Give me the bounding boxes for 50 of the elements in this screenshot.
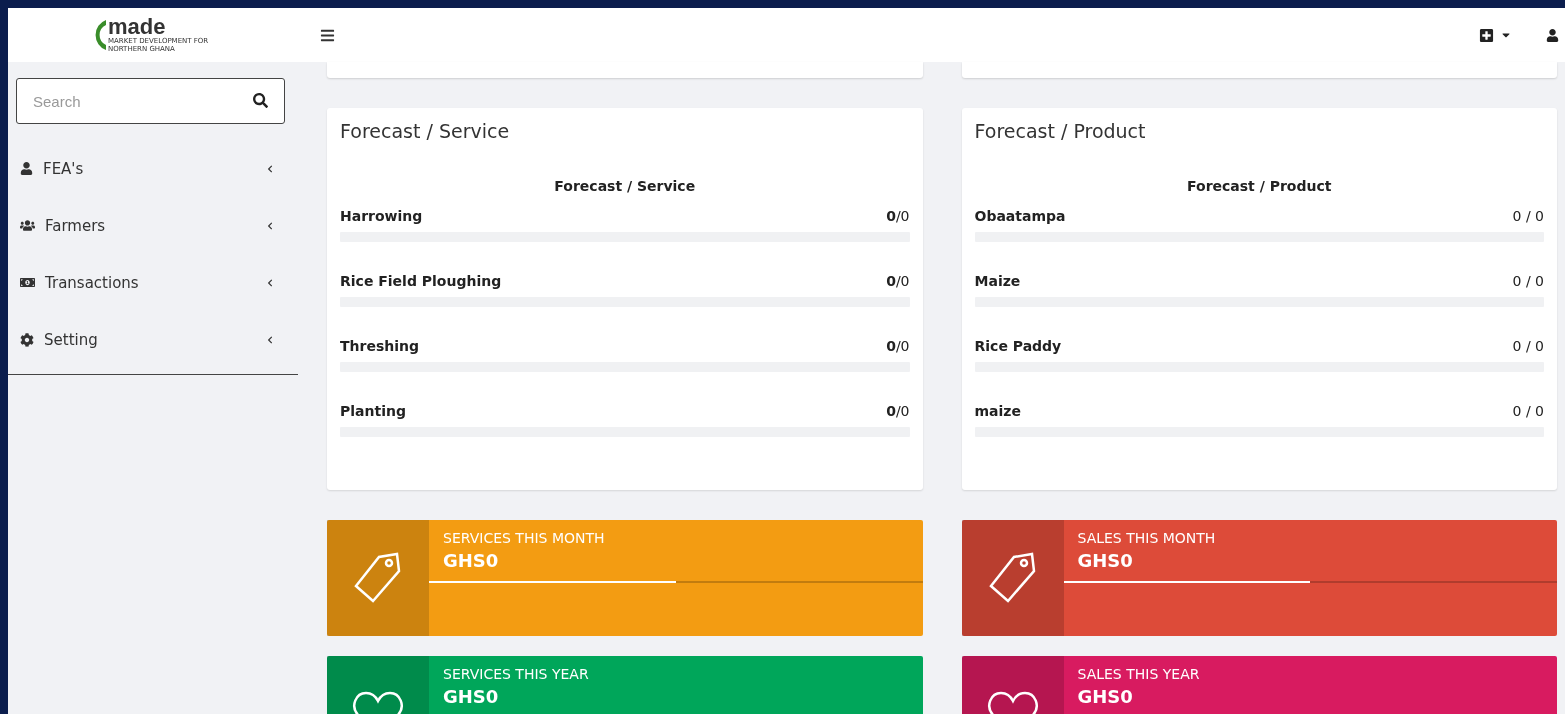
row-count: 0 / 0 [1512, 403, 1544, 419]
row-label: Threshing [340, 338, 419, 354]
user-icon [20, 162, 33, 175]
card-title: Forecast / Product [974, 120, 1147, 142]
stat-label: SALES THIS YEAR [1076, 666, 1201, 682]
row-count: 0/0 [886, 273, 910, 289]
chart-title: Forecast / Product [1186, 178, 1333, 194]
user-button[interactable] [1546, 28, 1559, 42]
plus-icon [1479, 27, 1494, 43]
row-count: 0 / 0 [1512, 208, 1544, 224]
row-label: Planting [340, 403, 406, 419]
row-label: Harrowing [340, 208, 423, 224]
search-icon[interactable] [253, 93, 268, 108]
settings-icon [20, 332, 34, 347]
row-label: Maize [974, 273, 1021, 289]
chevron-icon [266, 221, 274, 230]
stat-value: GHS0 [442, 550, 500, 571]
row-count: 0 / 0 [1512, 338, 1544, 354]
chevron-icon [266, 278, 274, 287]
chart-title: Forecast / Service [553, 178, 697, 194]
stat-value: GHS0 [1076, 550, 1134, 571]
stat-label: SALES THIS MONTH [1076, 530, 1217, 546]
sidebar-item[interactable]: FEA's [8, 140, 298, 197]
stat-value: GHS0 [1076, 686, 1134, 707]
row-label: Rice Paddy [974, 338, 1062, 354]
row-count: 0 / 0 [1512, 273, 1544, 289]
menu-icon [320, 27, 335, 43]
row-count: 0/0 [886, 208, 910, 224]
banknote-icon [20, 275, 35, 290]
stat-label: SERVICES THIS YEAR [442, 666, 590, 682]
card-title: Forecast / Service [340, 120, 511, 142]
row-count: 0/0 [886, 338, 910, 354]
logo-name: made [108, 16, 166, 39]
tag-icon [353, 551, 403, 605]
row-count: 0/0 [886, 403, 910, 419]
row-label: Obaatampa [974, 208, 1066, 224]
search-field[interactable]: Search [16, 78, 285, 124]
tag-icon [987, 551, 1038, 605]
add-dropdown-button[interactable] [1479, 27, 1512, 43]
user-icon [1546, 28, 1559, 42]
users-icon [20, 218, 35, 233]
chevron-icon [266, 335, 274, 344]
stat-value: GHS0 [442, 686, 500, 707]
row-label: maize [974, 403, 1021, 419]
row-label: Rice Field Ploughing [340, 273, 502, 289]
sidebar-item[interactable]: Setting [8, 311, 298, 368]
sidebar-item[interactable]: Farmers [8, 197, 298, 254]
stat-label: SERVICES THIS MONTH [442, 530, 606, 546]
chevron-icon [266, 164, 274, 173]
sidebar-item[interactable]: Transactions [8, 254, 298, 311]
